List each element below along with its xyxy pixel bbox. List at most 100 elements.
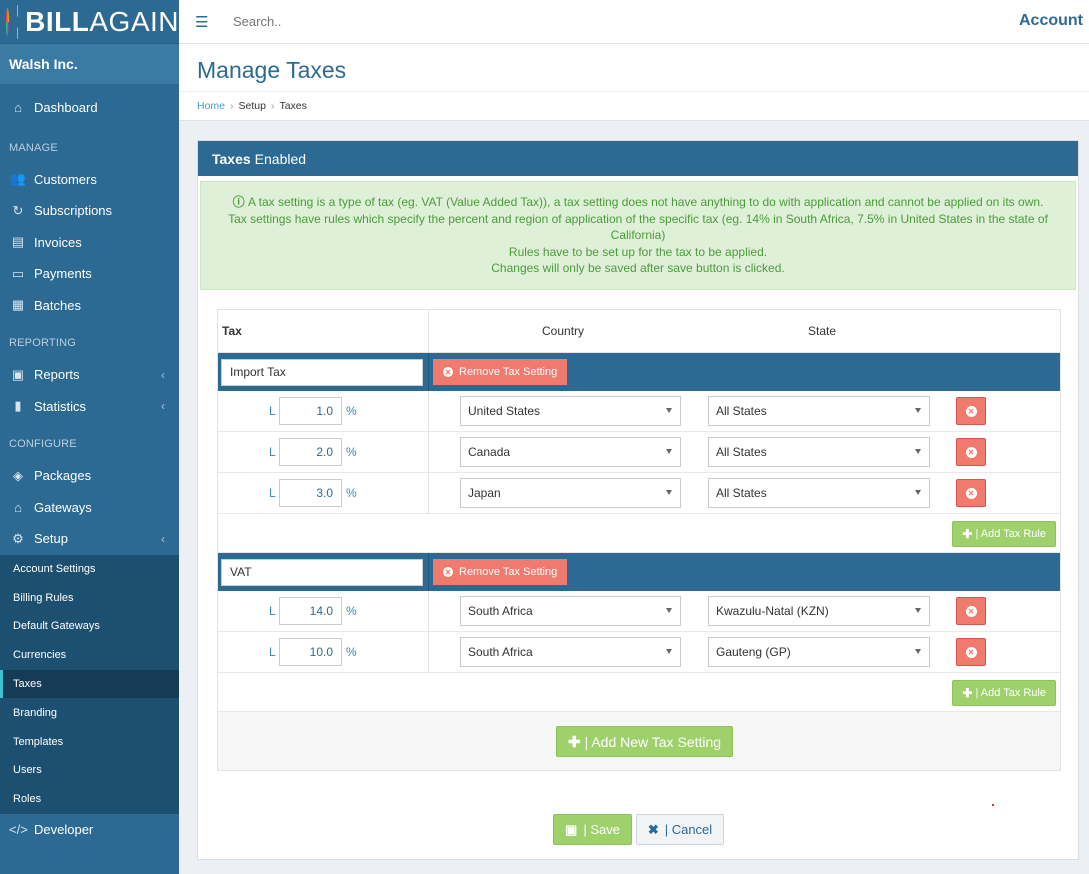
percent-input[interactable] (279, 597, 342, 625)
sidebar-item-default-gateways[interactable]: Default Gateways (0, 612, 179, 641)
sidebar-item-roles[interactable]: Roles (0, 785, 179, 814)
tax-rule-row: L% United States All States ✕ (218, 390, 1060, 432)
info-icon: ⓘ (232, 195, 248, 209)
close-icon: ✕ (965, 487, 977, 499)
sidebar-item-batches[interactable]: ▦ Batches (0, 290, 179, 322)
brand-logo[interactable]: BILLAGAIN (0, 0, 179, 44)
file-icon: ▤ (11, 234, 25, 250)
caret-down-icon (915, 608, 921, 613)
sidebar-item-gateways[interactable]: ⌂ Gateways (0, 492, 179, 524)
close-icon: ✕ (965, 405, 977, 417)
caret-down-icon (915, 490, 921, 495)
sidebar-item-packages[interactable]: ◈ Packages (0, 460, 179, 492)
sidebar-item-setup[interactable]: ⚙ Setup ‹ (0, 523, 179, 555)
gear-icon: ⚙ (12, 530, 24, 546)
add-tax-rule-button[interactable]: ✚ | Add Tax Rule (952, 680, 1056, 706)
tax-table: Tax Country State ✕Remove Tax Setting L%… (217, 309, 1061, 771)
sidebar-item-currencies[interactable]: Currencies (0, 641, 179, 670)
sidebar-item-reports[interactable]: ▣ Reports ‹ (0, 359, 179, 391)
caret-down-icon (666, 408, 672, 413)
sidebar-item-subscriptions[interactable]: ↻ Subscriptions (0, 195, 179, 227)
chevron-left-icon: ‹ (161, 399, 165, 414)
breadcrumb-home[interactable]: Home (197, 100, 225, 112)
tax-setting-name-input[interactable] (221, 558, 423, 586)
caret-down-icon (915, 649, 921, 654)
add-tax-rule-button[interactable]: ✚ | Add Tax Rule (952, 521, 1056, 547)
users-icon: 👥 (9, 171, 27, 187)
chevron-left-icon: ‹ (161, 531, 165, 546)
sidebar-item-payments[interactable]: ▭ Payments (0, 258, 179, 290)
sidebar-item-users[interactable]: Users (0, 756, 179, 785)
bank-icon: ⌂ (14, 499, 22, 515)
header-country: Country (542, 324, 585, 338)
chevron-left-icon: ‹ (161, 367, 165, 382)
state-select[interactable]: Gauteng (GP) (708, 637, 930, 667)
bar-chart-icon: ▮ (14, 398, 22, 414)
sidebar-item-branding[interactable]: Branding (0, 698, 179, 727)
close-icon: ✕ (443, 567, 453, 577)
state-select[interactable]: Kwazulu-Natal (KZN) (708, 596, 930, 626)
tax-setting-row: ✕Remove Tax Setting (218, 553, 1060, 591)
close-icon: ✖ (647, 821, 659, 837)
delete-rule-button[interactable]: ✕ (956, 438, 986, 466)
close-icon: ✕ (965, 646, 977, 658)
tax-rule-row: L% Japan All States ✕ (218, 472, 1060, 514)
account-menu[interactable]: Account (1019, 12, 1083, 30)
tax-setting-name-input[interactable] (221, 358, 423, 386)
logo-icon (6, 7, 27, 36)
country-select[interactable]: Canada (460, 437, 681, 467)
state-select[interactable]: All States (708, 396, 930, 426)
header-tax: Tax (218, 309, 429, 353)
section-reporting: REPORTING (9, 337, 76, 349)
delete-rule-button[interactable]: ✕ (956, 479, 986, 507)
sidebar-item-account-settings[interactable]: Account Settings (0, 555, 179, 584)
country-select[interactable]: South Africa (460, 637, 681, 667)
breadcrumb-current: Taxes (279, 100, 307, 112)
remove-tax-setting-button[interactable]: ✕ Remove Tax Setting (433, 559, 568, 585)
sidebar-item-billing-rules[interactable]: Billing Rules (0, 583, 179, 612)
close-icon: ✕ (965, 446, 977, 458)
menu-icon[interactable]: ☰ (195, 13, 211, 31)
company-name[interactable]: Walsh Inc. (0, 44, 179, 84)
percent-input[interactable] (279, 479, 342, 507)
country-select[interactable]: United States (460, 396, 681, 426)
delete-rule-button[interactable]: ✕ (956, 638, 986, 666)
delete-rule-button[interactable]: ✕ (956, 397, 986, 425)
cancel-button[interactable]: ✖ | Cancel (636, 814, 724, 845)
caret-down-icon (666, 649, 672, 654)
sidebar-item-templates[interactable]: Templates (0, 727, 179, 756)
search-input[interactable] (233, 14, 533, 29)
save-button[interactable]: ▣ | Save (553, 814, 632, 845)
country-select[interactable]: Japan (460, 478, 681, 508)
section-manage: MANAGE (9, 141, 58, 154)
sidebar-item-statistics[interactable]: ▮ Statistics ‹ (0, 391, 179, 423)
page-title: Manage Taxes (197, 57, 347, 83)
plus-icon: ✚ (962, 686, 973, 700)
country-select[interactable]: South Africa (460, 596, 681, 626)
sidebar-item-taxes[interactable]: Taxes (0, 669, 179, 699)
percent-input[interactable] (279, 397, 342, 425)
delete-rule-button[interactable]: ✕ (956, 597, 986, 625)
caret-down-icon (666, 449, 672, 454)
remove-tax-setting-button[interactable]: ✕ Remove Tax Setting (433, 359, 568, 385)
sidebar-item-developer[interactable]: </> Developer (0, 814, 179, 846)
breadcrumb-setup[interactable]: Setup (239, 100, 266, 112)
money-icon: ▭ (11, 265, 25, 281)
add-new-tax-setting-button[interactable]: ✚ | Add New Tax Setting (556, 726, 734, 757)
tax-rule-row: L% South Africa Kwazulu-Natal (KZN) ✕ (218, 590, 1060, 632)
plus-icon: ✚ (962, 527, 973, 541)
breadcrumb: Home › Setup › Taxes (197, 100, 307, 112)
tax-setting-row: ✕Remove Tax Setting (218, 353, 1060, 391)
caret-down-icon (915, 408, 921, 413)
sidebar-item-invoices[interactable]: ▤ Invoices (0, 227, 179, 259)
percent-input[interactable] (279, 638, 342, 666)
sidebar-item-dashboard[interactable]: ⌂ Dashboard (0, 92, 179, 124)
taxes-panel: Taxes Enabled ⓘ A tax setting is a type o… (197, 140, 1079, 860)
sidebar-item-customers[interactable]: 👥 Customers (0, 164, 179, 196)
caret-down-icon (915, 449, 921, 454)
floppy-disk-icon: ▣ (565, 821, 578, 837)
state-select[interactable]: All States (708, 478, 930, 508)
state-select[interactable]: All States (708, 437, 930, 467)
caret-down-icon (666, 608, 672, 613)
percent-input[interactable] (279, 438, 342, 466)
